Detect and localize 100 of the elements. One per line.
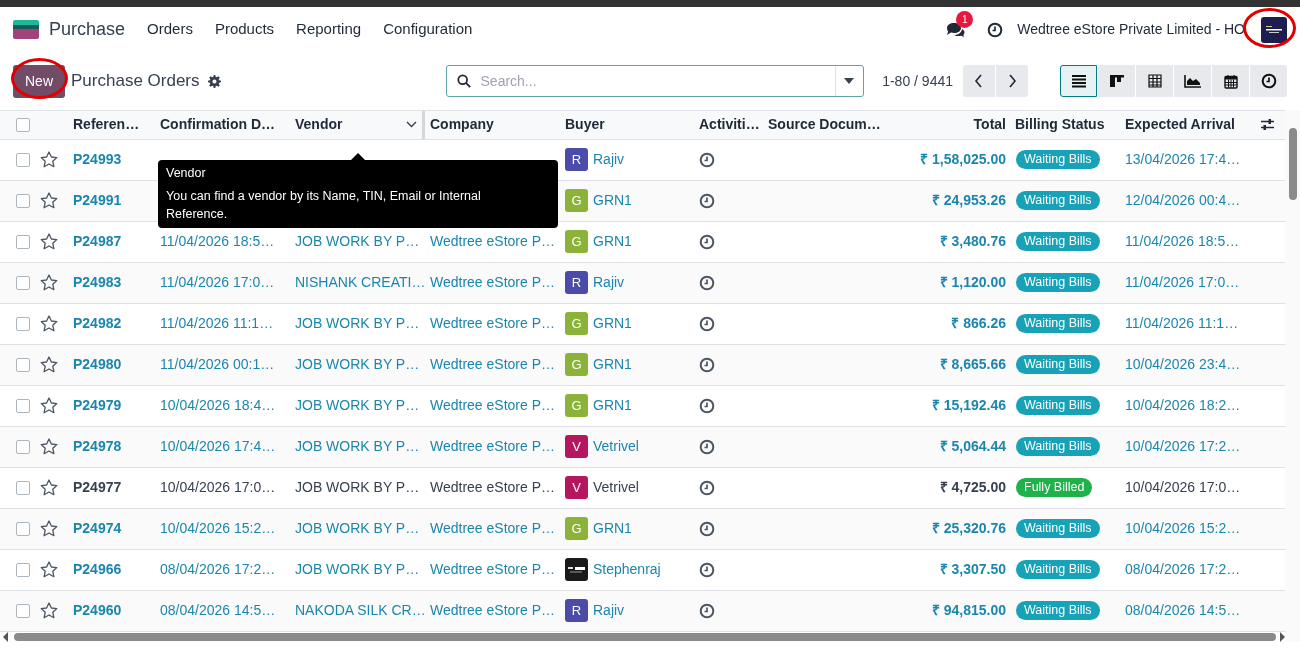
column-header[interactable]: Company	[425, 114, 560, 136]
view-activity-button[interactable]	[1250, 65, 1287, 97]
checkbox[interactable]	[16, 152, 30, 167]
clock-icon[interactable]	[699, 438, 715, 455]
user-avatar: G	[565, 517, 588, 541]
table-cell-text: ₹ 15,192.46	[930, 396, 1007, 416]
clock-icon[interactable]	[699, 356, 715, 373]
column-header[interactable]: Confirmation D…	[155, 114, 290, 136]
column-header[interactable]: Billing Status	[1010, 114, 1120, 136]
checkbox[interactable]	[16, 193, 30, 208]
clock-icon[interactable]	[699, 274, 715, 291]
clock-icon[interactable]	[699, 561, 715, 578]
table-cell-text: JOB WORK BY P…	[294, 478, 421, 498]
column-header[interactable]: Activiti…	[694, 114, 763, 136]
checkbox[interactable]	[16, 275, 30, 290]
view-graph-button[interactable]	[1174, 65, 1211, 97]
search-bar[interactable]: Search...	[445, 65, 864, 97]
table-cell-text: 10/04/2026 18:4…	[159, 396, 277, 416]
user-avatar[interactable]	[1261, 16, 1287, 43]
user-avatar: G	[565, 189, 588, 213]
status-badge: Waiting Bills	[1016, 560, 1100, 580]
checkbox[interactable]	[16, 603, 30, 618]
previous-button[interactable]	[963, 65, 995, 97]
table-cell-text: 11/04/2026 17:0…	[159, 273, 276, 293]
page-title: Purchase Orders	[71, 70, 200, 93]
table-cell-text: 10/04/2026 17:4…	[159, 437, 277, 457]
menu-item[interactable]: Reporting	[296, 18, 362, 41]
company-switcher[interactable]: Wedtree eStore Private Limited - HO	[1017, 19, 1245, 40]
table-icon	[1146, 74, 1163, 88]
table-cell-text: Wedtree eStore P…	[429, 355, 557, 375]
status-badge: Waiting Bills	[1016, 191, 1100, 211]
user-avatar: R	[565, 271, 588, 295]
table-cell-text: JOB WORK BY P…	[294, 314, 421, 334]
column-header[interactable]: Total	[880, 114, 1010, 136]
chat-icon[interactable]	[945, 21, 966, 38]
table-cell-text: 10/04/2026 17:0…	[159, 478, 277, 498]
table-cell-text: NISHANK CREATI…	[294, 273, 425, 293]
view-kanban-button[interactable]	[1098, 65, 1135, 97]
search-icon	[456, 74, 471, 88]
column-header[interactable]: Buyer	[560, 114, 694, 136]
checkbox[interactable]	[16, 234, 30, 249]
settings-icon[interactable]	[207, 74, 221, 88]
menu-item[interactable]: Products	[214, 18, 275, 41]
table-cell-text: Wedtree eStore P…	[429, 437, 557, 457]
column-header[interactable]: Vendor	[290, 114, 406, 136]
table-cell-text: JOB WORK BY P…	[294, 437, 421, 457]
horizontal-scrollbar[interactable]	[0, 631, 1285, 642]
view-list-button[interactable]	[1060, 65, 1097, 97]
checkbox[interactable]	[16, 562, 30, 577]
view-calendar-button[interactable]	[1212, 65, 1249, 97]
checkbox[interactable]	[16, 117, 30, 132]
tooltip-title: Vendor	[166, 165, 207, 181]
vertical-scrollbar[interactable]	[1285, 110, 1300, 642]
table-cell-text: ₹ 24,953.26	[930, 191, 1007, 211]
search-field[interactable]: Search...	[480, 70, 835, 92]
table-cell-text: Vetrivel	[593, 478, 639, 498]
column-header[interactable]: Source Docum…	[763, 114, 880, 136]
user-avatar: G	[565, 353, 588, 377]
view-pivot-button[interactable]	[1136, 65, 1173, 97]
clock-icon[interactable]	[699, 397, 715, 414]
checkbox[interactable]	[16, 398, 30, 413]
clock-icon[interactable]	[699, 479, 715, 496]
menu-item[interactable]: Configuration	[383, 18, 473, 41]
app-name[interactable]: Purchase	[49, 16, 126, 43]
menu-item[interactable]: Orders	[147, 18, 193, 41]
clock-icon[interactable]	[699, 602, 715, 619]
table-cell-text: ₹ 94,815.00	[930, 601, 1007, 621]
column-header[interactable]: Expected Arrival	[1120, 114, 1250, 136]
table-cell-text: GRN1	[593, 355, 632, 375]
table-cell-text: P24983	[72, 273, 123, 293]
status-badge: Waiting Bills	[1016, 601, 1100, 621]
checkbox[interactable]	[16, 357, 30, 372]
checkbox[interactable]	[16, 480, 30, 495]
tooltip-text: You can find a vendor by its Name, TIN, Email or Internal Reference.	[166, 188, 482, 223]
checkbox[interactable]	[16, 521, 30, 536]
table-cell-text: JOB WORK BY P…	[294, 396, 421, 416]
table-cell-text: GRN1	[593, 519, 632, 539]
clock-icon[interactable]	[699, 233, 715, 250]
area-chart-icon	[1183, 74, 1202, 88]
table-cell-text: ₹ 25,320.76	[930, 519, 1007, 539]
next-button[interactable]	[996, 65, 1028, 97]
clock-icon[interactable]	[699, 151, 715, 168]
table-cell-text: Wedtree eStore P…	[429, 396, 557, 416]
table-cell-text: ₹ 4,725.00	[938, 478, 1007, 498]
app-logo-icon[interactable]	[13, 20, 39, 39]
table-cell-text: P24974	[72, 519, 123, 539]
clock-icon[interactable]	[987, 21, 1004, 38]
list-icon	[1070, 74, 1087, 88]
clock-icon[interactable]	[699, 520, 715, 537]
table-cell-text: GRN1	[593, 191, 632, 211]
checkbox[interactable]	[16, 316, 30, 331]
user-avatar: G	[565, 230, 588, 254]
column-header[interactable]: Referen…	[68, 114, 155, 136]
checkbox[interactable]	[16, 439, 30, 454]
new-button[interactable]: New	[13, 64, 65, 98]
pager-value[interactable]: 1-80 / 9441	[882, 70, 953, 92]
caret-icon[interactable]	[406, 121, 417, 129]
clock-icon[interactable]	[699, 192, 715, 209]
table-cell-text: ₹ 1,58,025.00	[919, 150, 1007, 170]
clock-icon[interactable]	[699, 315, 715, 332]
